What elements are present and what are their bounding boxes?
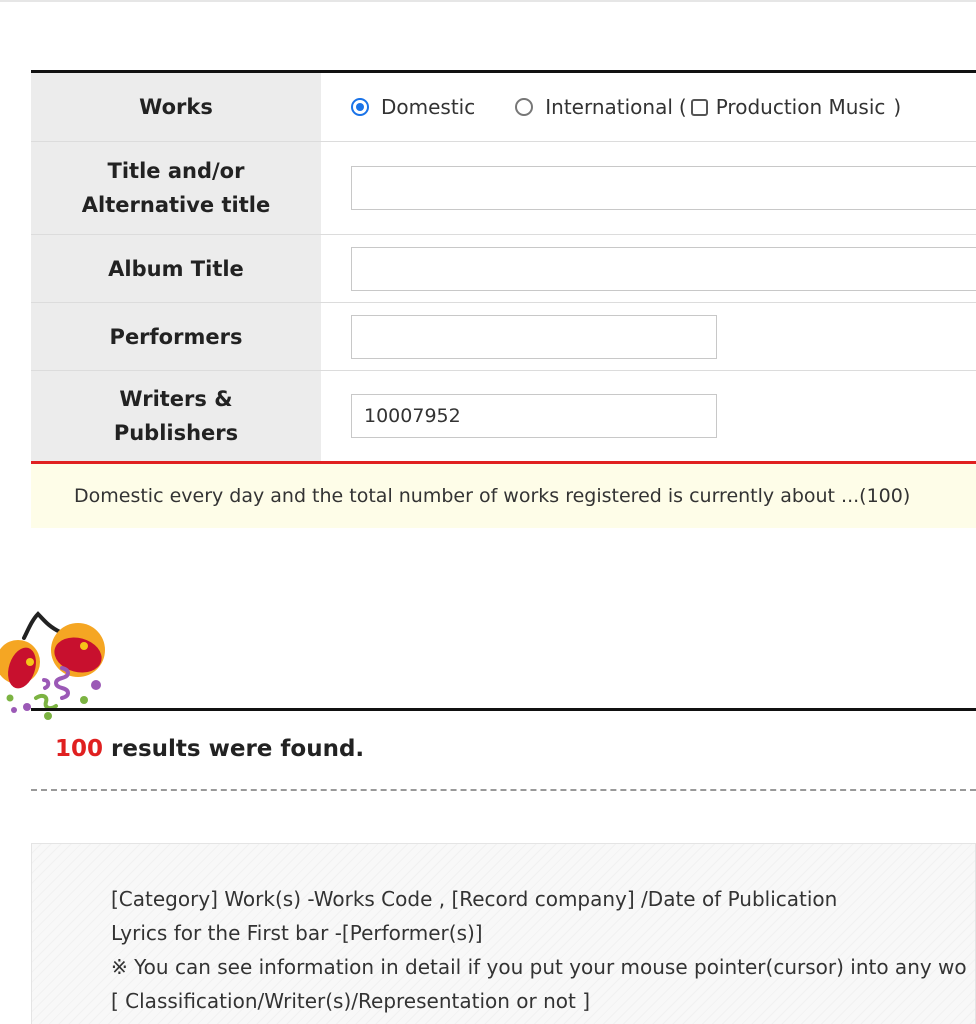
- domestic-radio[interactable]: [351, 98, 369, 116]
- writers-label: Writers & Publishers: [31, 371, 321, 461]
- production-music-label: Production Music: [715, 95, 886, 119]
- performers-cell: [321, 303, 976, 370]
- international-radio[interactable]: [515, 98, 534, 116]
- performers-row: Performers: [31, 303, 976, 371]
- domestic-label: Domestic: [381, 95, 476, 119]
- results-count: 100: [55, 736, 104, 762]
- writers-label-line1: Writers &: [119, 387, 233, 411]
- writers-cell: [321, 371, 976, 461]
- results-legend: [Category] Work(s) -Works Code , [Record…: [31, 843, 976, 1024]
- works-notice: Domestic every day and the total number …: [31, 461, 976, 528]
- legend-line-3: ※ You can see information in detail if y…: [111, 955, 967, 979]
- legend-line-1: [Category] Work(s) -Works Code , [Record…: [111, 887, 838, 911]
- title-label: Title and/or Alternative title: [31, 142, 321, 234]
- title-row: Title and/or Alternative title: [31, 142, 976, 235]
- writers-row: Writers & Publishers: [31, 371, 976, 461]
- results-top-border: [31, 708, 976, 711]
- results-summary: 100 results were found.: [55, 736, 364, 762]
- title-input[interactable]: [351, 166, 976, 210]
- title-cell: [321, 142, 976, 234]
- domestic-radio-option[interactable]: Domestic: [351, 95, 475, 119]
- paren-close: ): [893, 95, 902, 119]
- writers-publishers-input[interactable]: [351, 394, 717, 438]
- works-label: Works: [31, 73, 321, 141]
- production-music-checkbox[interactable]: [690, 98, 708, 116]
- title-label-line2: Alternative title: [81, 193, 271, 217]
- writers-label-line2: Publishers: [113, 421, 239, 445]
- works-options: Domestic International ( Production Musi…: [321, 73, 976, 141]
- results-text: results were found.: [111, 736, 365, 762]
- dashed-divider: [31, 789, 976, 791]
- paren-open: (: [678, 95, 687, 119]
- title-label-line1: Title and/or: [107, 159, 245, 183]
- production-music-option[interactable]: Production Music: [687, 95, 886, 119]
- search-form: Works Domestic International ( Productio…: [31, 70, 976, 461]
- legend-line-4: [ Classification/Writer(s)/Representatio…: [111, 989, 591, 1013]
- international-label: International: [545, 95, 673, 119]
- top-divider: [0, 0, 976, 2]
- works-row: Works Domestic International ( Productio…: [31, 73, 976, 142]
- album-label: Album Title: [31, 235, 321, 302]
- performers-label: Performers: [31, 303, 321, 370]
- international-radio-option[interactable]: International: [515, 95, 673, 119]
- album-title-input[interactable]: [351, 246, 976, 291]
- album-cell: [321, 235, 976, 302]
- legend-line-2: Lyrics for the First bar -[Performer(s)]: [111, 921, 483, 945]
- performers-input[interactable]: [351, 314, 717, 359]
- album-row: Album Title: [31, 235, 976, 303]
